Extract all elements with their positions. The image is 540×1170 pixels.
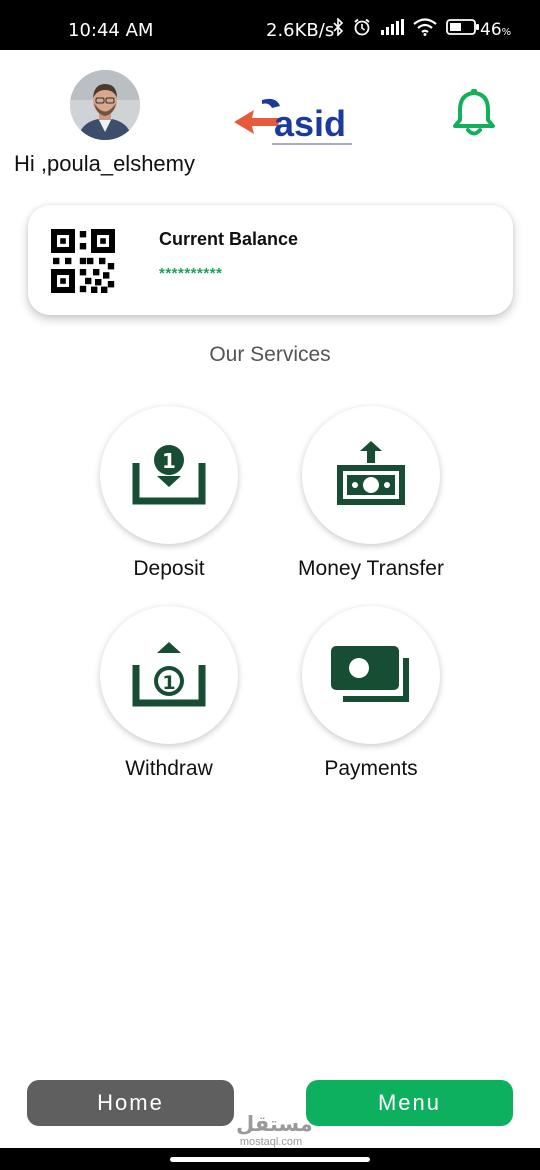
svg-text:1: 1 xyxy=(162,449,176,473)
battery-percent: 46% xyxy=(480,20,512,40)
balance-title: Current Balance xyxy=(159,229,299,249)
system-nav-bar xyxy=(0,1148,540,1170)
svg-text:1: 1 xyxy=(162,672,175,694)
services-title: Our Services xyxy=(209,343,331,366)
payments-label: Payments xyxy=(324,757,418,780)
service-deposit[interactable]: 1 Deposit xyxy=(79,406,259,581)
payments-icon xyxy=(331,646,409,702)
notification-bell-icon[interactable] xyxy=(452,88,496,138)
app-logo: asid xyxy=(232,92,360,150)
home-indicator[interactable] xyxy=(170,1157,370,1162)
money-transfer-button[interactable] xyxy=(302,406,440,544)
avatar-photo xyxy=(70,70,140,140)
money-transfer-icon xyxy=(337,441,405,505)
withdraw-label: Withdraw xyxy=(125,757,213,780)
avatar[interactable] xyxy=(70,70,140,140)
wifi-icon xyxy=(413,18,437,36)
status-icons xyxy=(332,18,480,36)
service-withdraw[interactable]: 1 Withdraw xyxy=(79,606,259,781)
deposit-button[interactable]: 1 xyxy=(100,406,238,544)
greeting-text: Hi ,poula_elshemy xyxy=(14,151,195,176)
watermark-arabic: مستقل xyxy=(236,1112,313,1136)
withdraw-icon: 1 xyxy=(132,642,206,707)
alarm-icon xyxy=(354,18,370,36)
balance-card[interactable]: Current Balance ********** xyxy=(28,205,513,315)
status-time: 10:44 AM xyxy=(68,20,154,41)
withdraw-button[interactable]: 1 xyxy=(100,606,238,744)
home-button[interactable]: Home xyxy=(27,1080,234,1126)
money-transfer-label: Money Transfer xyxy=(298,557,444,580)
signal-icon xyxy=(381,19,404,35)
payments-button[interactable] xyxy=(302,606,440,744)
service-money-transfer[interactable]: Money Transfer xyxy=(281,406,461,581)
status-bar: 10:44 AM 2.6KB/s 46% xyxy=(0,0,540,50)
qr-code-icon[interactable] xyxy=(51,229,115,293)
watermark-latin: mostaql.com xyxy=(239,1136,303,1148)
network-speed: 2.6KB/s xyxy=(266,20,335,41)
battery-icon xyxy=(446,19,479,35)
service-payments[interactable]: Payments xyxy=(281,606,461,781)
deposit-icon: 1 xyxy=(132,445,206,505)
menu-button[interactable]: Menu xyxy=(306,1080,513,1126)
logo-text: asid xyxy=(274,103,346,144)
deposit-label: Deposit xyxy=(133,557,205,580)
watermark: مستقل mostaql.com xyxy=(236,1112,313,1148)
balance-value: ********** xyxy=(159,265,223,282)
bluetooth-icon xyxy=(333,18,344,36)
